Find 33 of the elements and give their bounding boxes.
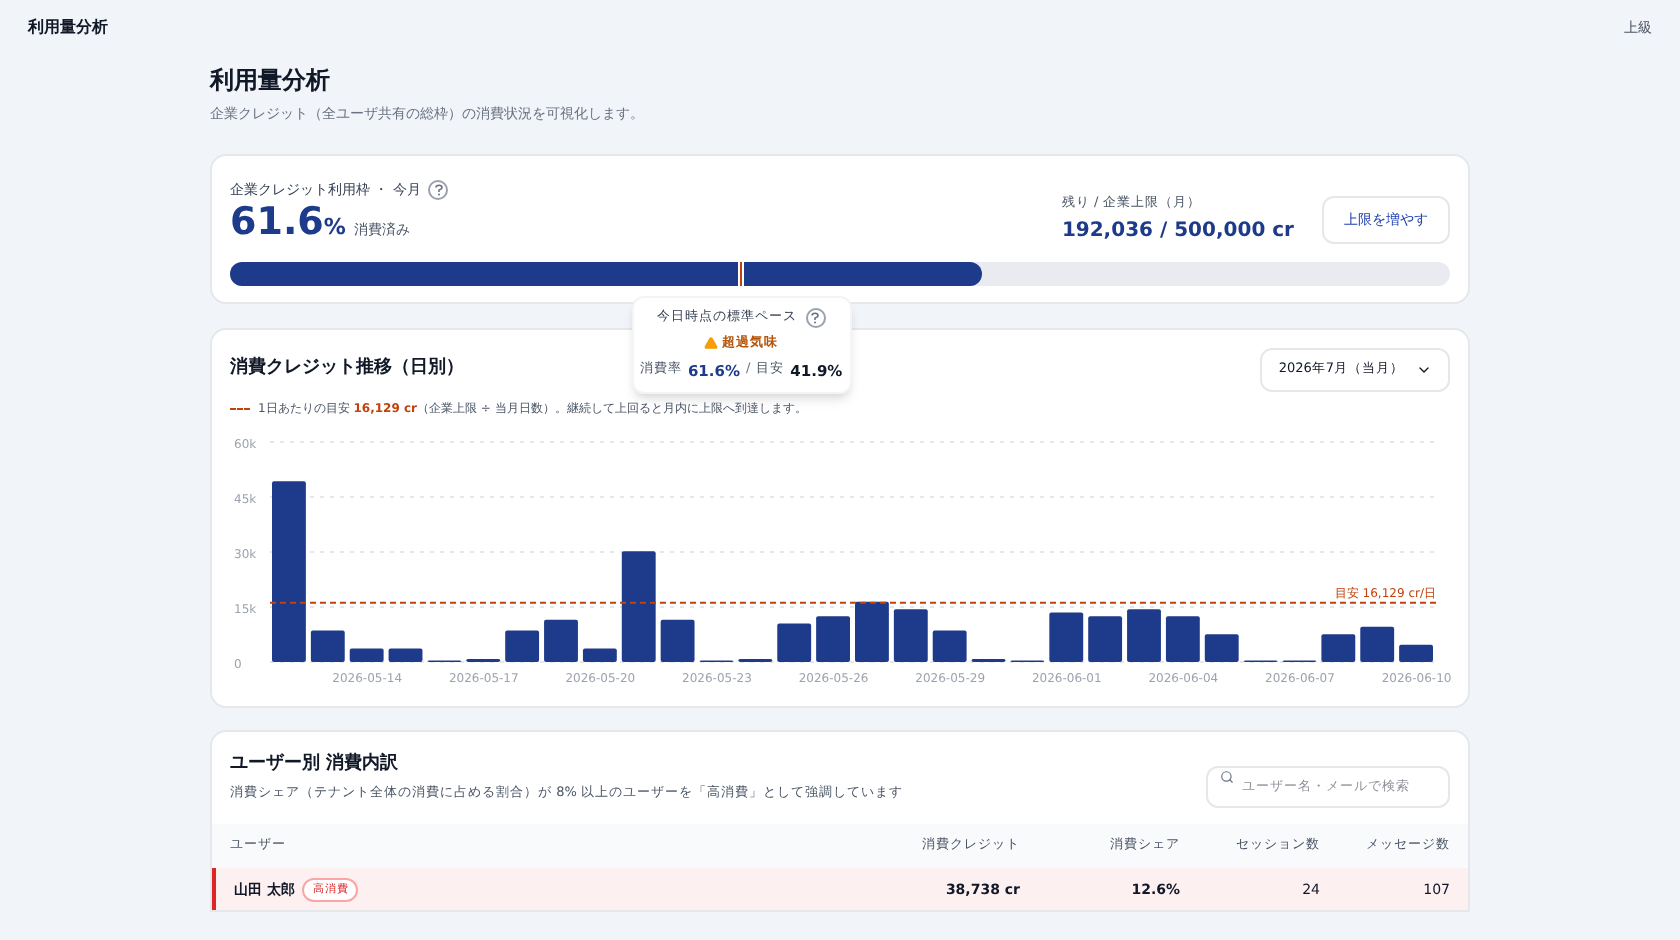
trend-title: 消費クレジット推移（日別） — [230, 355, 464, 382]
search-icon — [1220, 769, 1234, 783]
bar — [1049, 611, 1084, 661]
bar — [349, 647, 384, 661]
app-title: 利用量分析 — [28, 16, 108, 40]
users-title: ユーザー別 消費内訳 — [230, 751, 401, 777]
bar — [388, 647, 423, 661]
bar — [621, 550, 656, 661]
bar — [505, 629, 540, 661]
bar — [893, 608, 928, 661]
remaining-value: 192,036 / 500,000 cr — [1061, 218, 1294, 247]
bar — [1321, 633, 1356, 661]
bar — [777, 622, 812, 661]
warning-icon — [704, 336, 719, 351]
legend-dash-icon — [230, 407, 250, 409]
bar — [932, 629, 967, 661]
bar — [1360, 625, 1395, 661]
page-title: 利用量分析 — [210, 64, 332, 98]
bar — [1165, 615, 1200, 661]
bar — [544, 618, 578, 661]
bar — [660, 618, 695, 661]
help-icon[interactable] — [428, 179, 449, 200]
bar — [310, 629, 345, 661]
bar — [1399, 643, 1433, 661]
help-icon[interactable] — [805, 307, 826, 328]
pace-marker — [738, 261, 745, 286]
bar — [582, 647, 617, 661]
bar — [816, 615, 850, 661]
usage-percent: 61.6% — [230, 200, 346, 248]
bar — [1088, 615, 1123, 661]
bar — [855, 600, 889, 661]
bar — [1204, 633, 1239, 661]
bar — [1127, 608, 1161, 661]
